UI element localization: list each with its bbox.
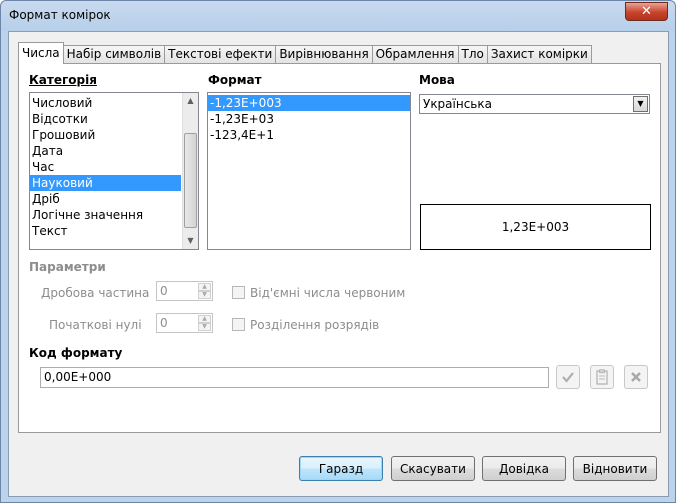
spin-up-icon[interactable]: ▲ [198,315,211,323]
add-format-button[interactable] [556,365,580,389]
scroll-down-icon[interactable]: ▼ [183,233,198,249]
scroll-up-icon[interactable]: ▲ [183,93,198,109]
tab-font-effects[interactable]: Текстові ефекти [164,45,277,64]
language-label: Мова [419,73,455,87]
tab-font[interactable]: Набір символів [62,45,166,64]
category-item[interactable]: Відсотки [30,111,198,127]
delete-icon [631,372,641,382]
spinner-buttons: ▲ ▼ [198,283,211,299]
category-item[interactable]: Час [30,159,198,175]
negative-red-label: Від'ємні числа червоним [250,286,406,300]
category-item[interactable]: Дата [30,143,198,159]
spin-down-icon[interactable]: ▼ [198,323,211,331]
dialog-window: Формат комірок ✕ Числа Набір символів Те… [0,0,676,503]
tab-numbers[interactable]: Числа [18,42,64,64]
language-value: Українська [423,97,492,111]
category-list[interactable]: Числовий Відсотки Грошовий Дата Час Наук… [29,92,199,250]
close-icon: ✕ [641,4,652,19]
options-label: Параметри [29,260,106,274]
checkmark-icon [562,372,574,383]
window-title: Формат комірок [9,8,111,22]
dialog-client-area: Числа Набір символів Текстові ефекти Вир… [8,31,669,497]
negative-red-checkbox[interactable] [232,286,245,299]
category-item[interactable]: Текст [30,223,198,239]
close-button[interactable]: ✕ [625,2,668,21]
category-item[interactable]: Дріб [30,191,198,207]
category-item[interactable]: Логічне значення [30,207,198,223]
leading-zeros-label: Початкові нулі [49,318,142,332]
ok-button[interactable]: Гаразд [299,456,383,481]
tab-borders[interactable]: Обрамлення [371,45,459,64]
spinner-buttons: ▲ ▼ [198,315,211,331]
spin-down-icon[interactable]: ▼ [198,291,211,299]
chevron-down-icon[interactable]: ▼ [633,96,648,112]
delete-format-button[interactable] [624,365,648,389]
format-code-label: Код формату [29,346,123,360]
category-scrollbar[interactable]: ▲ ▼ [182,93,198,249]
format-list[interactable]: -1,23E+003 -1,23E+03 -123,4E+1 [207,92,411,250]
leading-zeros-spinner[interactable]: 0 ▲ ▼ [156,313,213,333]
tab-panel-numbers: Категорія Числовий Відсотки Грошовий Дат… [18,63,661,433]
decimal-places-label: Дробова частина [41,286,150,300]
cancel-button[interactable]: Скасувати [391,456,475,481]
category-item[interactable]: Числовий [30,95,198,111]
format-code-input[interactable]: 0,00E+000 [40,367,549,388]
reset-button[interactable]: Відновити [573,456,657,481]
thousands-separator-checkbox[interactable] [232,318,245,331]
format-item[interactable]: -1,23E+03 [208,111,410,127]
help-button[interactable]: Довідка [482,456,566,481]
spin-up-icon[interactable]: ▲ [198,283,211,291]
decimal-places-spinner[interactable]: 0 ▲ ▼ [156,281,213,301]
title-bar[interactable]: Формат комірок ✕ [1,1,675,31]
clipboard-icon [596,369,608,385]
language-select[interactable]: Українська ▼ [419,94,650,114]
category-item-selected[interactable]: Науковий [30,175,181,191]
category-item[interactable]: Грошовий [30,127,198,143]
format-code-value: 0,00E+000 [44,370,112,384]
format-label: Формат [208,73,262,87]
scroll-thumb[interactable] [184,133,197,228]
category-label: Категорія [29,73,97,87]
tab-cell-protection[interactable]: Захист комірки [486,45,592,64]
tab-bar: Числа Набір символів Текстові ефекти Вир… [18,42,592,64]
leading-zeros-value: 0 [160,316,168,330]
format-item[interactable]: -123,4E+1 [208,127,410,143]
tab-background[interactable]: Тло [457,45,488,64]
edit-comment-button[interactable] [590,365,614,389]
thousands-separator-label: Розділення розрядів [250,318,380,332]
decimal-places-value: 0 [160,284,168,298]
format-preview: 1,23E+003 [420,204,651,250]
format-item-selected[interactable]: -1,23E+003 [208,95,410,111]
preview-text: 1,23E+003 [501,220,570,234]
tab-alignment[interactable]: Вирівнювання [275,45,373,64]
